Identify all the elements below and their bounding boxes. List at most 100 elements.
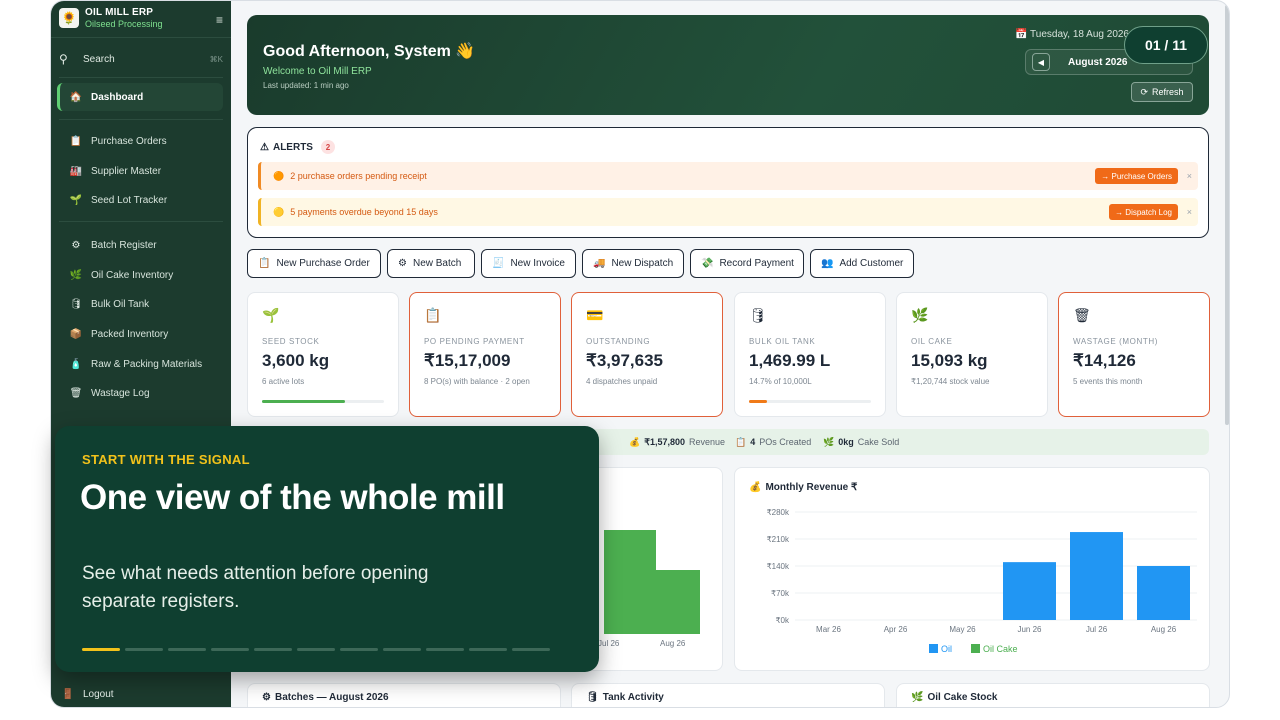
alerts-count-badge: 2 [320, 140, 335, 154]
button-label: Add Customer [839, 258, 904, 269]
kpi-value: ₹15,17,009 [424, 351, 511, 370]
tour-step-dot[interactable] [254, 648, 292, 651]
brand: 🌻 OIL MILL ERP Oilseed Processing ≡ [59, 7, 223, 35]
logout-button[interactable]: 🚪 Logout [61, 689, 114, 700]
search-label: Search [83, 53, 115, 65]
kpi-seed-stock[interactable]: 🌱 SEED STOCK 3,600 kg 6 active lots [247, 292, 399, 417]
door-icon: 🚪 [61, 689, 75, 700]
close-icon[interactable]: × [1187, 171, 1192, 181]
tour-step-dot[interactable] [469, 648, 507, 651]
sidebar-item-raw-packing-materials[interactable]: 🧴 Raw & Packing Materials [57, 350, 223, 378]
last-updated: Last updated: 1 min ago [263, 81, 349, 90]
strip-value: 0kg [838, 437, 854, 447]
tank-activity-card: 🛢 Tank Activity [571, 683, 885, 707]
sidebar-item-supplier-master[interactable]: 🏭 Supplier Master [57, 157, 223, 185]
hamburger-icon[interactable]: ≡ [216, 13, 223, 27]
sidebar-item-wastage-log[interactable]: 🗑 Wastage Log [57, 379, 223, 407]
kpi-bulk-oil-tank[interactable]: 🛢 BULK OIL TANK 1,469.99 L 14.7% of 10,0… [734, 292, 886, 417]
refresh-icon: ⟳ [1140, 86, 1149, 97]
kpi-value: 3,600 kg [262, 351, 330, 370]
strip-value: 4 [750, 437, 756, 447]
scrollbar[interactable] [1225, 5, 1229, 425]
tour-step-dot[interactable] [168, 648, 206, 651]
sidebar-item-label: Seed Lot Tracker [91, 194, 168, 206]
sidebar-item-seed-lot-tracker[interactable]: 🌱 Seed Lot Tracker [57, 186, 223, 214]
revenue-bar [1003, 562, 1056, 620]
sidebar-item-oil-cake-inventory[interactable]: 🌿 Oil Cake Inventory [57, 261, 223, 289]
money-bag-icon: 💰 [629, 436, 641, 447]
credit-card-icon: 💳 [586, 307, 604, 323]
kpi-po-pending-payment[interactable]: 📋 PO PENDING PAYMENT ₹15,17,009 8 PO(s) … [409, 292, 561, 417]
barrel-icon: 🛢 [69, 298, 83, 310]
tour-step-dot[interactable] [82, 648, 120, 651]
revenue-chart: ₹0k ₹70k ₹140k ₹210k ₹280k Mar 26 Apr 26 May 26… [767, 508, 1197, 654]
card-title-row: 🌿 Oil Cake Stock [911, 692, 997, 703]
kpi-value: ₹14,126 [1073, 351, 1136, 370]
kpi-value: ₹3,97,635 [586, 351, 663, 370]
tour-step-dot[interactable] [297, 648, 335, 651]
sidebar-divider [59, 77, 223, 78]
x-tick-label: Jul 26 [598, 639, 620, 648]
sidebar-search[interactable]: ⚲ Search ⌘K [59, 47, 223, 71]
progress-fill [262, 400, 345, 403]
sidebar-item-packed-inventory[interactable]: 📦 Packed Inventory [57, 320, 223, 348]
tour-step-dot[interactable] [383, 648, 421, 651]
new-dispatch-button[interactable]: 🚚 New Dispatch [582, 249, 684, 278]
home-icon: 🏠 [69, 91, 83, 103]
sidebar-item-label: Bulk Oil Tank [91, 298, 150, 310]
kpi-oil-cake[interactable]: 🌿 OIL CAKE 15,093 kg ₹1,20,744 stock val… [896, 292, 1048, 417]
package-icon: 📦 [69, 328, 83, 340]
tour-step-dot[interactable] [340, 648, 378, 651]
tour-pager: 01 / 11 [1124, 26, 1208, 64]
tour-body: See what needs attention before opening … [82, 563, 429, 612]
new-invoice-button[interactable]: 🧾 New Invoice [481, 249, 576, 278]
add-customer-button[interactable]: 👥 Add Customer [810, 249, 914, 278]
new-purchase-order-button[interactable]: 📋 New Purchase Order [247, 249, 381, 278]
strip-pos-created: 📋 4 POs Created [735, 437, 811, 448]
chevron-left-icon[interactable]: ◀ [1032, 53, 1050, 71]
progress-fill [749, 400, 767, 403]
kpi-label: OUTSTANDING [586, 337, 651, 346]
dispatch-log-link-button[interactable]: → Dispatch Log [1109, 204, 1178, 220]
greeting: Good Afternoon, System 👋 [263, 43, 476, 60]
card-title: Tank Activity [602, 692, 664, 703]
barrel-icon: 🛢 [586, 692, 599, 703]
kpi-wastage-month[interactable]: 🗑 WASTAGE (MONTH) ₹14,126 5 events this … [1058, 292, 1210, 417]
record-payment-button[interactable]: 💸 Record Payment [690, 249, 804, 278]
x-tick-label: Jul 26 [1086, 625, 1108, 634]
gear-icon: ⚙ [398, 258, 407, 269]
x-tick-label: Jun 26 [1017, 625, 1042, 634]
kpi-value: 15,093 kg [911, 351, 988, 370]
refresh-button[interactable]: ⟳ Refresh [1131, 82, 1193, 102]
close-icon[interactable]: × [1187, 207, 1192, 217]
sidebar-item-label: Wastage Log [91, 387, 150, 399]
tour-step-dot[interactable] [426, 648, 464, 651]
new-batch-button[interactable]: ⚙ New Batch [387, 249, 475, 278]
alert-text: 5 payments overdue beyond 15 days [290, 207, 438, 217]
sidebar-item-dashboard[interactable]: 🏠 Dashboard [57, 83, 223, 111]
welcome-banner: Good Afternoon, System 👋 Welcome to Oil … [247, 15, 1209, 115]
kpi-subtext: ₹1,20,744 stock value [911, 377, 990, 386]
app-title: OIL MILL ERP [85, 7, 154, 18]
card-title: Batches — August 2026 [274, 692, 389, 703]
alert-item: 🟡 5 payments overdue beyond 15 days → Di… [258, 198, 1198, 226]
sidebar-item-label: Packed Inventory [91, 328, 169, 340]
yellow-dot-icon: 🟡 [273, 206, 285, 217]
bar-aug-26 [648, 570, 700, 634]
card-title-row: 🛢 Tank Activity [586, 692, 664, 703]
legend-label: Oil [941, 644, 952, 654]
kpi-label: OIL CAKE [911, 337, 953, 346]
kpi-outstanding[interactable]: 💳 OUTSTANDING ₹3,97,635 4 dispatches unp… [571, 292, 723, 417]
purchase-orders-link-button[interactable]: → Purchase Orders [1095, 168, 1178, 184]
sidebar-item-bulk-oil-tank[interactable]: 🛢 Bulk Oil Tank [57, 290, 223, 318]
tour-step-dot[interactable] [512, 648, 550, 651]
x-tick-label: Aug 26 [660, 639, 686, 648]
kpi-label: BULK OIL TANK [749, 337, 816, 346]
sidebar-item-purchase-orders[interactable]: 📋 Purchase Orders [57, 127, 223, 155]
card-title-row: ⚙ Batches — August 2026 [262, 692, 389, 703]
tour-step-dot[interactable] [211, 648, 249, 651]
truck-icon: 🚚 [593, 258, 606, 269]
sidebar-item-batch-register[interactable]: ⚙ Batch Register [57, 231, 223, 259]
tour-step-dot[interactable] [125, 648, 163, 651]
alerts-panel: ⚠ ALERTS 2 🟠 2 purchase orders pending r… [247, 127, 1209, 238]
